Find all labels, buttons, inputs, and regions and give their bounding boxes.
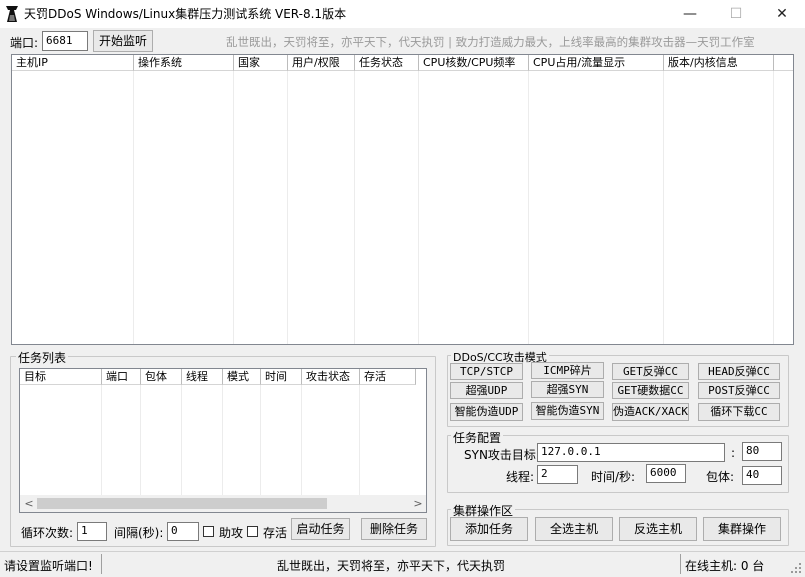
mode-post-reflect-cc-button[interactable]: POST反弹CC (698, 382, 780, 399)
hosts-table[interactable]: 主机IP 操作系统 国家 用户/权限 任务状态 CPU核数/CPU频率 CPU占… (11, 54, 794, 345)
col-attack-status[interactable]: 攻击状态 (302, 369, 360, 385)
mode-tcp-stcp-button[interactable]: TCP/STCP (450, 363, 523, 380)
delete-task-button[interactable]: 删除任务 (361, 518, 427, 540)
mode-icmp-button[interactable]: ICMP碎片 (531, 362, 604, 379)
survive-checkbox[interactable] (247, 526, 258, 537)
cluster-operate-button[interactable]: 集群操作 (703, 517, 781, 541)
col-packet[interactable]: 包体 (141, 369, 182, 385)
scroll-right-arrow-icon[interactable]: > (411, 495, 425, 512)
mode-ack-xack-button[interactable]: 伪造ACK/XACK (612, 403, 689, 421)
packet-input[interactable]: 40 (742, 466, 782, 485)
threads-input[interactable]: 2 (537, 465, 578, 484)
task-list-table[interactable]: 目标 端口 包体 线程 模式 时间 攻击状态 存活 < > (19, 368, 427, 513)
mode-get-reflect-cc-button[interactable]: GET反弹CC (612, 363, 689, 380)
time-label: 时间/秒: (591, 470, 636, 484)
col-task-status[interactable]: 任务状态 (355, 55, 419, 71)
col-cpu-usage[interactable]: CPU占用/流量显示 (529, 55, 664, 71)
target-input[interactable]: 127.0.0.1 (537, 443, 725, 462)
resize-grip-icon[interactable] (790, 562, 802, 574)
online-hosts-count: 在线主机: 0 台 (685, 559, 765, 573)
col-filler (774, 55, 793, 71)
target-label: SYN攻击目标: (464, 448, 540, 462)
status-bar: 请设置监听端口! 乱世既出，天罚将至，亦平天下，代天执罚 在线主机: 0 台 (0, 551, 805, 576)
task-config-title: 任务配置 (451, 429, 504, 446)
mode-loop-download-cc-button[interactable]: 循环下载CC (698, 403, 780, 421)
start-listen-button[interactable]: 开始监听 (93, 30, 153, 52)
scroll-thumb[interactable] (37, 498, 327, 509)
close-button[interactable]: ✕ (759, 0, 805, 28)
mode-head-reflect-cc-button[interactable]: HEAD反弹CC (698, 363, 780, 380)
mode-udp-button[interactable]: 超强UDP (450, 382, 523, 399)
threads-label: 线程: (506, 470, 535, 484)
slogan-text: 乱世既出，天罚将至，亦平天下，代天执罚 | 致力打造威力最大，上线率最高的集群攻… (226, 35, 755, 49)
assist-checkbox[interactable] (203, 526, 214, 537)
col-user[interactable]: 用户/权限 (288, 55, 355, 71)
status-separator (680, 554, 681, 574)
scroll-left-arrow-icon[interactable]: < (22, 495, 36, 512)
maximize-button[interactable]: ☐ (713, 0, 759, 28)
select-all-hosts-button[interactable]: 全选主机 (535, 517, 613, 541)
mode-smart-udp-button[interactable]: 智能伪造UDP (450, 403, 523, 421)
col-version[interactable]: 版本/内核信息 (664, 55, 774, 71)
invert-select-hosts-button[interactable]: 反选主机 (619, 517, 697, 541)
col-os[interactable]: 操作系统 (134, 55, 234, 71)
task-list-hscroll[interactable]: < > (20, 495, 426, 512)
col-threads[interactable]: 线程 (182, 369, 223, 385)
col-cpu[interactable]: CPU核数/CPU频率 (419, 55, 529, 71)
assist-label: 助攻 (219, 526, 244, 540)
col-alive[interactable]: 存活 (360, 369, 416, 385)
loop-count-label: 循环次数: (21, 526, 74, 540)
app-logo-icon (6, 6, 18, 22)
loop-count-input[interactable]: 1 (77, 522, 107, 541)
status-left-text: 请设置监听端口! (4, 559, 93, 573)
window-title: 天罚DDoS Windows/Linux集群压力测试系统 VER-8.1版本 (24, 7, 347, 21)
status-center-text: 乱世既出，天罚将至，亦平天下，代天执罚 (276, 559, 505, 573)
mode-get-hard-cc-button[interactable]: GET硬数据CC (612, 382, 689, 399)
target-port-input[interactable]: 80 (742, 442, 782, 461)
col-host-ip[interactable]: 主机IP (12, 55, 134, 71)
port-colon: : (731, 446, 736, 460)
col-port[interactable]: 端口 (102, 369, 141, 385)
col-country[interactable]: 国家 (234, 55, 288, 71)
col-time[interactable]: 时间 (261, 369, 302, 385)
mode-smart-syn-button[interactable]: 智能伪造SYN (531, 402, 604, 420)
interval-label: 间隔(秒): (114, 526, 164, 540)
interval-input[interactable]: 0 (167, 522, 199, 541)
port-label: 端口: (10, 36, 39, 50)
col-mode[interactable]: 模式 (223, 369, 261, 385)
start-task-button[interactable]: 启动任务 (291, 518, 350, 540)
add-task-button[interactable]: 添加任务 (450, 517, 528, 541)
mode-syn-button[interactable]: 超强SYN (531, 381, 604, 398)
time-input[interactable]: 6000 (646, 464, 686, 483)
packet-label: 包体: (706, 470, 735, 484)
listen-port-input[interactable]: 6681 (42, 31, 88, 51)
title-bar: 天罚DDoS Windows/Linux集群压力测试系统 VER-8.1版本 —… (0, 0, 805, 28)
survive-label: 存活 (263, 526, 288, 540)
task-list-title: 任务列表 (16, 349, 69, 366)
col-target[interactable]: 目标 (20, 369, 102, 385)
minimize-button[interactable]: — (667, 0, 713, 28)
